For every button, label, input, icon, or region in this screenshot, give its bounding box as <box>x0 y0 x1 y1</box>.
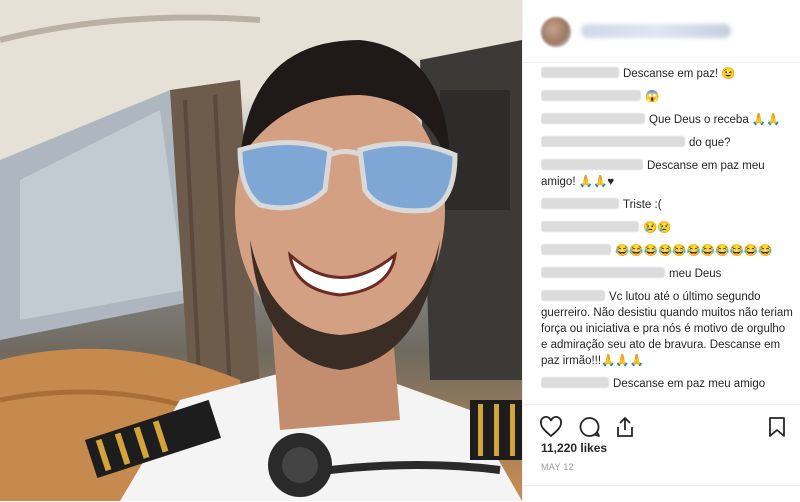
comment-text: Que Deus o receba 🙏🙏 <box>649 114 781 126</box>
avatar[interactable] <box>541 17 571 47</box>
commenter-name-blurred[interactable] <box>541 136 685 147</box>
comment-item: Descanse em paz meu amigo! 🙏🙏♥ <box>541 158 793 190</box>
comment-text: Vc lutou até o último segundo guerreiro.… <box>541 291 793 367</box>
commenter-name-blurred[interactable] <box>541 67 619 78</box>
comment-icon[interactable] <box>578 415 602 439</box>
comment-item: Triste :( <box>541 197 793 213</box>
comment-text: Triste :( <box>623 199 662 211</box>
commenter-name-blurred[interactable] <box>541 198 619 209</box>
likes-count[interactable]: 11,220 likes <box>541 441 607 455</box>
pilot-selfie-illustration <box>0 0 522 501</box>
commenter-name-blurred[interactable] <box>541 267 665 278</box>
comment-item: do que? <box>541 135 793 151</box>
commenter-name-blurred[interactable] <box>541 377 609 388</box>
heart-icon[interactable] <box>539 415 563 439</box>
comment-text: 😱 <box>645 91 660 103</box>
comment-item: Que Deus o receba 🙏🙏 <box>541 112 793 128</box>
post-sidebar: Descanse em paz! 😉 😱 Que Deus o receba 🙏… <box>522 0 800 501</box>
comment-text: 😢😢 <box>643 222 672 234</box>
commenter-name-blurred[interactable] <box>541 244 611 255</box>
comment-item: 😱 <box>541 89 793 105</box>
share-icon[interactable] <box>613 415 637 439</box>
comment-item: Descanse em paz meu amigo <box>541 376 793 392</box>
username-blurred[interactable] <box>581 24 731 38</box>
comment-text: meu Deus <box>669 268 722 280</box>
comment-text: Descanse em paz meu amigo <box>613 378 766 390</box>
comment-text: Descanse em paz! 😉 <box>623 68 736 80</box>
comment-item: Descanse em paz! 😉 <box>541 66 793 82</box>
comment-text: do que? <box>689 137 731 149</box>
post-header <box>523 0 800 63</box>
comment-item: meu Deus <box>541 266 793 282</box>
post-photo[interactable] <box>0 0 522 501</box>
commenter-name-blurred[interactable] <box>541 113 645 124</box>
comment-text: 😂😂😂😂😂😂😂😂😂😂😂 <box>615 245 773 257</box>
post-date[interactable]: MAY 12 <box>541 462 574 472</box>
commenter-name-blurred[interactable] <box>541 290 605 301</box>
comment-item: 😂😂😂😂😂😂😂😂😂😂😂 <box>541 243 793 259</box>
commenter-name-blurred[interactable] <box>541 221 639 232</box>
bookmark-icon[interactable] <box>765 415 789 439</box>
commenter-name-blurred[interactable] <box>541 159 643 170</box>
comment-item: 😢😢 <box>541 220 793 236</box>
comment-list[interactable]: Descanse em paz! 😉 😱 Que Deus o receba 🙏… <box>541 66 793 404</box>
divider <box>523 485 800 486</box>
commenter-name-blurred[interactable] <box>541 90 641 101</box>
comment-item: Vc lutou até o último segundo guerreiro.… <box>541 289 793 369</box>
